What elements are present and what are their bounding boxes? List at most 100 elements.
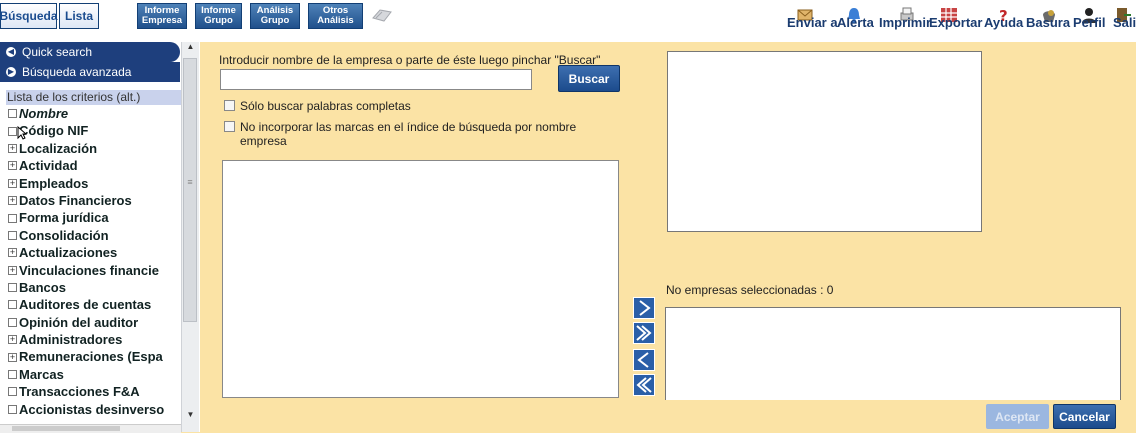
leaf-icon[interactable] <box>8 283 17 293</box>
expand-icon[interactable]: + <box>8 178 17 188</box>
criteria-item[interactable]: + Datos Financieros <box>8 192 182 209</box>
tab-label: Análisis Grupo <box>256 5 294 26</box>
expand-icon[interactable]: + <box>8 335 17 345</box>
criteria-list-header: Lista de los criterios (alt.) <box>6 90 181 105</box>
criteria-item-label: Código NIF <box>19 123 89 139</box>
search-results-list[interactable] <box>222 160 619 398</box>
company-detail-panel <box>667 51 982 232</box>
leaf-icon[interactable] <box>8 109 17 119</box>
criteria-item[interactable]: Opinión del auditor <box>8 314 182 331</box>
criteria-item[interactable]: Código NIF <box>8 122 182 139</box>
trash-button[interactable]: Basura <box>1026 15 1070 30</box>
arrow-left-icon: ◀ <box>6 47 16 57</box>
tab-label: Informe Empresa <box>141 5 183 26</box>
criteria-item-label: Forma jurídica <box>19 210 109 226</box>
criteria-item[interactable]: Nombre <box>8 105 182 122</box>
criteria-item-label: Empleados <box>19 175 89 191</box>
criteria-item-label: Nombre <box>19 106 69 121</box>
scroll-thumb[interactable]: ≡ <box>183 58 197 322</box>
criteria-item[interactable]: Accionistas desinverso <box>8 401 182 418</box>
exclude-brands-checkbox[interactable] <box>224 121 235 132</box>
leaf-icon[interactable] <box>8 126 17 136</box>
tab-label: Búsqueda <box>0 9 58 23</box>
leaf-icon[interactable] <box>8 387 17 397</box>
alert-button[interactable]: Alerta <box>837 15 874 30</box>
remove-one-button[interactable] <box>633 349 655 371</box>
expand-icon[interactable]: + <box>8 161 17 171</box>
criteria-item[interactable]: Consolidación <box>8 227 182 244</box>
criteria-item-label: Accionistas desinverso <box>19 401 165 417</box>
quick-search-button[interactable]: ◀ Quick search <box>0 42 180 62</box>
advanced-search-button[interactable]: ▶ Búsqueda avanzada <box>0 62 180 82</box>
criteria-item-label: Vinculaciones financie <box>19 262 159 278</box>
search-button[interactable]: Buscar <box>558 65 620 92</box>
criteria-item-label: Administradores <box>19 332 123 348</box>
double-chevron-right-icon <box>636 325 652 341</box>
cancel-button[interactable]: Cancelar <box>1053 404 1116 429</box>
expand-icon[interactable]: + <box>8 143 17 153</box>
sidebar-scrollbar[interactable]: ▲ ≡ ▼ <box>181 42 199 432</box>
expand-icon[interactable]: + <box>8 248 17 258</box>
criteria-item[interactable]: + Empleados <box>8 175 182 192</box>
whole-words-checkbox[interactable] <box>224 100 235 111</box>
criteria-item[interactable]: + Actividad <box>8 157 182 174</box>
tab-informe-empresa[interactable]: Informe Empresa <box>137 3 187 29</box>
export-button[interactable]: Exportar <box>929 15 982 30</box>
criteria-item[interactable]: + Localización <box>8 140 182 157</box>
leaf-icon[interactable] <box>8 317 17 327</box>
criteria-item[interactable]: + Administradores <box>8 331 182 348</box>
horizontal-scroll-thumb[interactable] <box>12 426 120 431</box>
expand-icon[interactable]: + <box>8 352 17 362</box>
criteria-item[interactable]: Transacciones F&A <box>8 383 182 400</box>
quick-search-label: Quick search <box>22 45 93 59</box>
company-name-search-input[interactable] <box>220 69 532 90</box>
scroll-up-icon[interactable]: ▲ <box>182 42 199 58</box>
search-instruction: Introducir nombre de la empresa o parte … <box>219 53 601 67</box>
print-preview-icon[interactable] <box>370 4 394 26</box>
leaf-icon[interactable] <box>8 300 17 310</box>
tab-lista[interactable]: Lista <box>59 3 99 29</box>
tab-label: Lista <box>64 9 93 23</box>
leaf-icon[interactable] <box>8 404 17 414</box>
criteria-item-label: Transacciones F&A <box>19 384 140 400</box>
scroll-down-icon[interactable]: ▼ <box>182 410 199 426</box>
criteria-item[interactable]: + Remuneraciones (Espa <box>8 348 182 365</box>
leaf-icon[interactable] <box>8 213 17 223</box>
leaf-icon[interactable] <box>8 230 17 240</box>
criteria-item-label: Auditores de cuentas <box>19 297 152 313</box>
criteria-item-label: Bancos <box>19 279 66 295</box>
leaf-icon[interactable] <box>8 370 17 380</box>
add-one-button[interactable] <box>633 297 655 319</box>
tab-otros-analisis[interactable]: Otros Análisis <box>308 3 363 29</box>
criteria-item-label: Actividad <box>19 158 78 174</box>
send-button[interactable]: Enviar a <box>787 15 838 30</box>
advanced-search-label: Búsqueda avanzada <box>22 65 132 79</box>
help-button[interactable]: Ayuda <box>984 15 1023 30</box>
add-all-button[interactable] <box>633 322 655 344</box>
expand-icon[interactable]: + <box>8 265 17 275</box>
tab-busqueda[interactable]: Búsqueda <box>0 3 58 29</box>
tab-analisis-grupo[interactable]: Análisis Grupo <box>250 3 300 29</box>
criteria-item-label: Marcas <box>19 366 64 382</box>
exit-button[interactable]: Salir <box>1113 15 1136 30</box>
tab-informe-grupo[interactable]: Informe Grupo <box>195 3 242 29</box>
sidebar: ◀ Quick search ▶ Búsqueda avanzada Lista… <box>0 42 200 433</box>
selected-companies-list[interactable] <box>665 307 1121 401</box>
criteria-item[interactable]: Bancos <box>8 279 182 296</box>
criteria-item-label: Datos Financieros <box>19 192 132 208</box>
tab-label: Otros Análisis <box>317 5 354 26</box>
selected-companies-count: No empresas seleccionadas : 0 <box>666 283 834 297</box>
expand-icon[interactable]: + <box>8 196 17 206</box>
criteria-item[interactable]: Marcas <box>8 366 182 383</box>
criteria-item[interactable]: + Vinculaciones financie <box>8 262 182 279</box>
accept-button[interactable]: Aceptar <box>986 404 1049 429</box>
whole-words-label: Sólo buscar palabras completas <box>240 99 411 113</box>
profile-button[interactable]: Perfil <box>1073 15 1106 30</box>
chevron-right-icon <box>639 300 651 316</box>
criteria-item[interactable]: Auditores de cuentas <box>8 296 182 313</box>
remove-all-button[interactable] <box>633 374 655 396</box>
mouse-cursor-icon <box>17 126 27 140</box>
criteria-item[interactable]: Forma jurídica <box>8 209 182 226</box>
criteria-item[interactable]: + Actualizaciones <box>8 244 182 261</box>
print-button[interactable]: Imprimir <box>879 15 931 30</box>
